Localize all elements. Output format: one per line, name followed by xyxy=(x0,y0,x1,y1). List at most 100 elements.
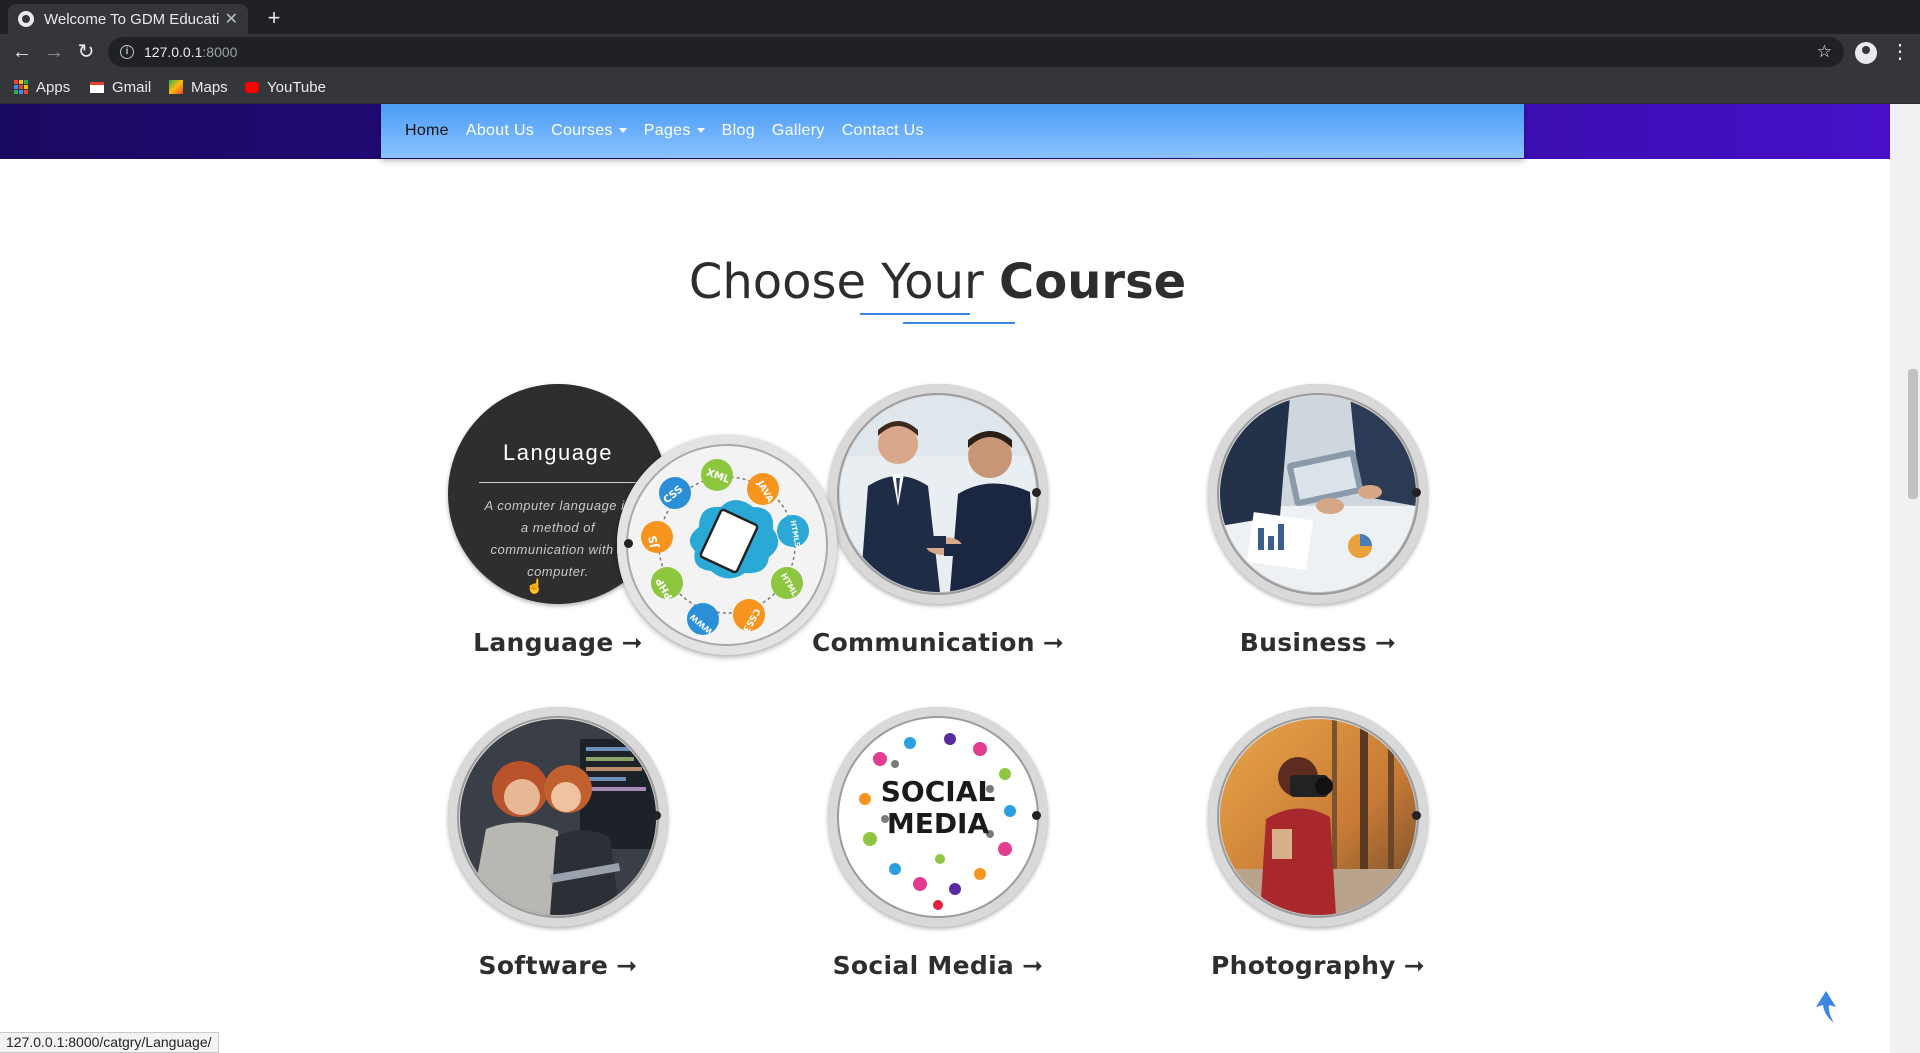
title-underline xyxy=(860,313,970,315)
browser-tab-bar: Welcome To GDM Educati ✕ + xyxy=(0,0,1920,34)
back-to-top-arrow-icon[interactable] xyxy=(1812,989,1840,1025)
course-label-text: Communication xyxy=(811,628,1035,657)
section-title-light: Choose Your xyxy=(688,254,1000,310)
nav-courses[interactable]: Courses xyxy=(551,122,627,140)
bookmark-apps[interactable]: Apps xyxy=(14,76,70,98)
youtube-icon xyxy=(245,81,259,93)
bookmark-maps[interactable]: Maps xyxy=(169,76,228,98)
bookmark-label: YouTube xyxy=(267,78,326,96)
business-meeting-photo xyxy=(1220,396,1416,592)
caret-down-icon xyxy=(696,128,705,134)
nav-pages-label: Pages xyxy=(643,122,691,139)
bookmarks-bar: Apps Gmail Maps YouTube xyxy=(0,70,1920,104)
nav-blog[interactable]: Blog xyxy=(722,122,755,140)
course-card-communication[interactable]: Communication ➞ xyxy=(808,384,1068,657)
indicator-dot xyxy=(1032,811,1041,820)
indicator-dot xyxy=(1412,488,1421,497)
course-label-text: Business xyxy=(1239,628,1367,657)
language-bubbles-graphic: CSS XML JAVA HTML5 HTML CSS3 WWW PHP JS xyxy=(641,459,809,636)
nav-contact-us[interactable]: Contact Us xyxy=(842,122,924,140)
nav-home[interactable]: Home xyxy=(405,122,449,140)
arrow-right-icon: ➞ xyxy=(1042,628,1065,657)
apps-grid-icon xyxy=(14,80,28,94)
caret-down-icon xyxy=(618,128,627,134)
course-image-social-media[interactable]: SOCIAL MEDIA xyxy=(828,707,1048,927)
nav-pages[interactable]: Pages xyxy=(644,122,705,140)
course-link-photography[interactable]: Photography ➞ xyxy=(1188,951,1448,980)
url-port: :8000 xyxy=(202,44,238,60)
indicator-dot xyxy=(1412,811,1421,820)
course-label-text: Social Media xyxy=(832,951,1015,980)
course-link-language[interactable]: Language ➞ xyxy=(428,628,688,657)
gmail-icon xyxy=(90,81,104,93)
indicator-dot xyxy=(1032,488,1041,497)
hover-card-title: Language xyxy=(503,440,613,465)
social-media-word: MEDIA xyxy=(887,807,990,840)
arrow-right-icon: ➞ xyxy=(1403,951,1426,980)
course-image-software[interactable] xyxy=(448,707,668,927)
main-navigation: Home About Us Courses Pages Blog Gallery… xyxy=(381,104,1524,158)
indicator-dot xyxy=(652,811,661,820)
course-link-software[interactable]: Software ➞ xyxy=(428,951,688,980)
course-image-photography[interactable] xyxy=(1208,707,1428,927)
page-viewport: Home About Us Courses Pages Blog Gallery… xyxy=(0,104,1890,1053)
photographer-photo xyxy=(1220,719,1416,915)
status-bar-url: 127.0.0.1:8000/catgry/Language/ xyxy=(0,1032,219,1053)
profile-avatar-icon[interactable] xyxy=(1855,42,1877,64)
tab-title: Welcome To GDM Educati xyxy=(44,10,219,28)
star-icon[interactable]: ☆ xyxy=(1817,42,1832,62)
browser-toolbar: ← → ↻ i 127.0.0.1 :8000 ☆ ⋮ xyxy=(0,34,1920,70)
course-image-communication[interactable] xyxy=(828,384,1048,604)
url-host: 127.0.0.1 xyxy=(144,44,203,60)
close-icon[interactable]: ✕ xyxy=(225,9,238,29)
course-card-business[interactable]: Business ➞ xyxy=(1188,384,1448,657)
info-icon[interactable]: i xyxy=(120,45,134,59)
bookmark-gmail[interactable]: Gmail xyxy=(90,76,151,98)
section-title: Choose Your Course xyxy=(0,254,1875,310)
arrow-right-icon: ➞ xyxy=(1022,951,1044,980)
indicator-dot xyxy=(624,539,633,548)
course-link-social-media[interactable]: Social Media ➞ xyxy=(808,951,1068,980)
language-image-flipped[interactable]: CSS XML JAVA HTML5 HTML CSS3 WWW PHP JS xyxy=(617,435,837,655)
arrow-right-icon: ➞ xyxy=(621,628,643,657)
forward-arrow-icon[interactable]: → xyxy=(42,40,66,64)
course-card-software[interactable]: Software ➞ xyxy=(428,707,688,980)
browser-tab[interactable]: Welcome To GDM Educati ✕ xyxy=(8,4,248,34)
course-label-text: Language xyxy=(473,628,614,657)
hover-card-description: A computer language is a method of commu… xyxy=(484,498,632,579)
handshake-photo xyxy=(840,396,1036,592)
course-card-photography[interactable]: Photography ➞ xyxy=(1188,707,1448,980)
course-label-text: Software xyxy=(478,951,609,980)
bookmark-label: Gmail xyxy=(112,78,152,96)
arrow-right-icon: ➞ xyxy=(616,951,638,980)
reload-icon[interactable]: ↻ xyxy=(74,40,98,64)
hover-card-divider xyxy=(479,482,637,483)
nav-about-us[interactable]: About Us xyxy=(466,122,534,140)
arrow-right-icon: ➞ xyxy=(1374,628,1397,657)
page-scrollbar[interactable] xyxy=(1890,104,1920,1053)
address-bar[interactable]: i 127.0.0.1 :8000 ☆ xyxy=(108,37,1844,67)
section-title-bold: Course xyxy=(999,254,1187,310)
maps-icon xyxy=(169,80,183,94)
bookmark-youtube[interactable]: YouTube xyxy=(245,76,326,98)
nav-gallery[interactable]: Gallery xyxy=(772,122,825,140)
bubble-label: JS xyxy=(646,534,661,549)
course-label-text: Photography xyxy=(1210,951,1396,980)
more-menu-icon[interactable]: ⋮ xyxy=(1890,40,1910,64)
social-media-illustration: SOCIAL MEDIA xyxy=(840,719,1036,915)
bookmark-label: Apps xyxy=(36,78,71,96)
new-tab-button[interactable]: + xyxy=(260,4,288,32)
hand-pointer-icon: ☝ xyxy=(526,578,544,594)
back-arrow-icon[interactable]: ← xyxy=(10,40,34,64)
nav-courses-label: Courses xyxy=(551,122,613,139)
globe-icon xyxy=(18,11,34,27)
social-media-word: SOCIAL xyxy=(881,775,996,808)
software-photo xyxy=(460,719,656,915)
course-card-social-media[interactable]: SOCIAL MEDIA Social Media ➞ xyxy=(808,707,1068,980)
course-image-business[interactable] xyxy=(1208,384,1428,604)
bookmark-label: Maps xyxy=(191,78,228,96)
title-underline xyxy=(903,322,1015,324)
course-link-communication[interactable]: Communication ➞ xyxy=(808,628,1068,657)
scrollbar-thumb[interactable] xyxy=(1908,369,1918,499)
course-link-business[interactable]: Business ➞ xyxy=(1188,628,1448,657)
